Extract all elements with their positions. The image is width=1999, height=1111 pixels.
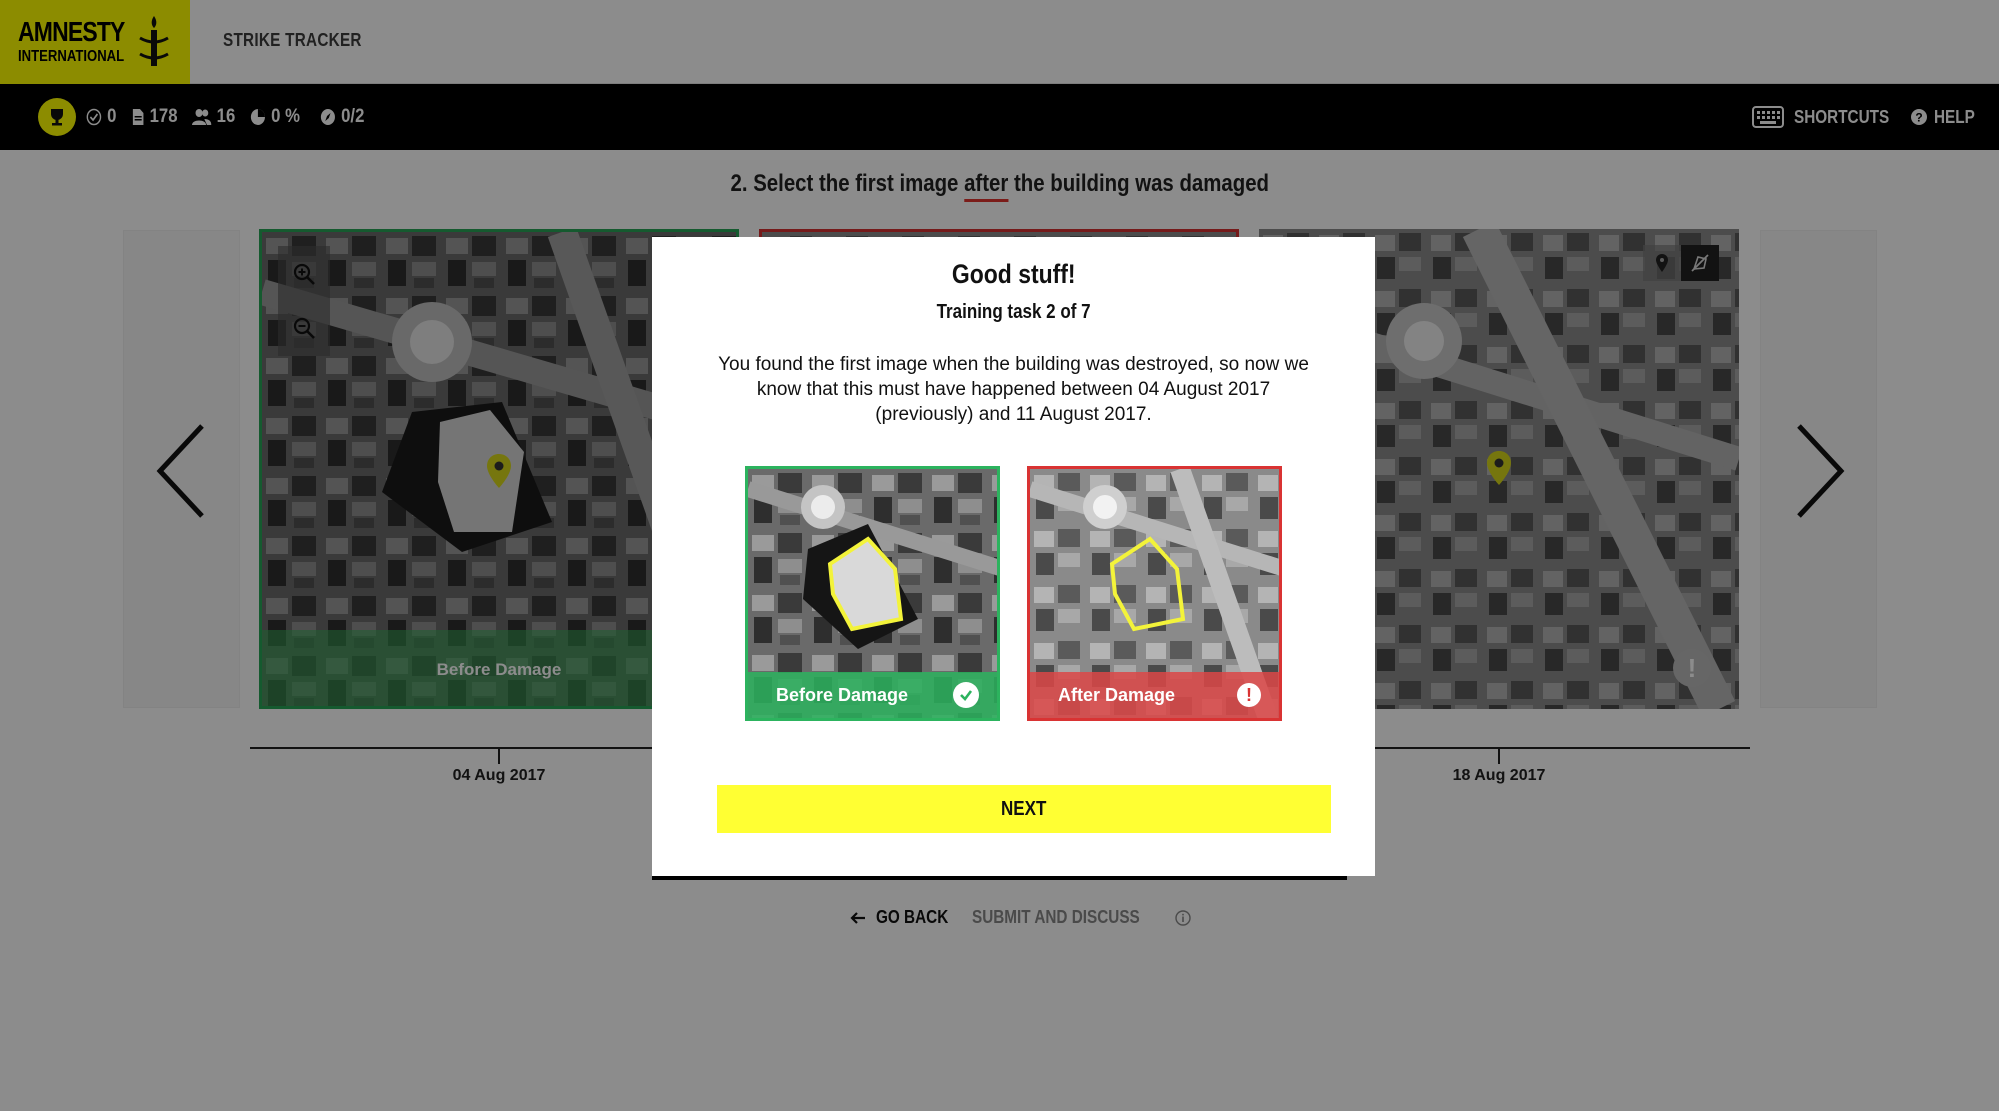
after-damage-thumbnail: After Damage ! [1027,466,1282,721]
next-label: NEXT [1001,797,1047,820]
after-damage-label: After Damage [1058,684,1176,705]
dialog-body: You found the first image when the build… [718,354,1309,425]
next-button[interactable]: NEXT [717,785,1331,833]
dialog-subtitle: Training task 2 of 7 [936,301,1091,323]
feedback-dialog: Good stuff! Training task 2 of 7 You fou… [652,237,1375,876]
before-damage-caption: Before Damage [748,672,997,718]
before-damage-thumbnail: Before Damage [745,466,1000,721]
before-damage-label: Before Damage [776,684,909,705]
exclamation-icon: ! [1237,683,1261,707]
checkmark-icon [953,682,979,708]
dialog-title: Good stuff! [951,259,1076,289]
after-damage-caption: After Damage ! [1030,672,1279,718]
